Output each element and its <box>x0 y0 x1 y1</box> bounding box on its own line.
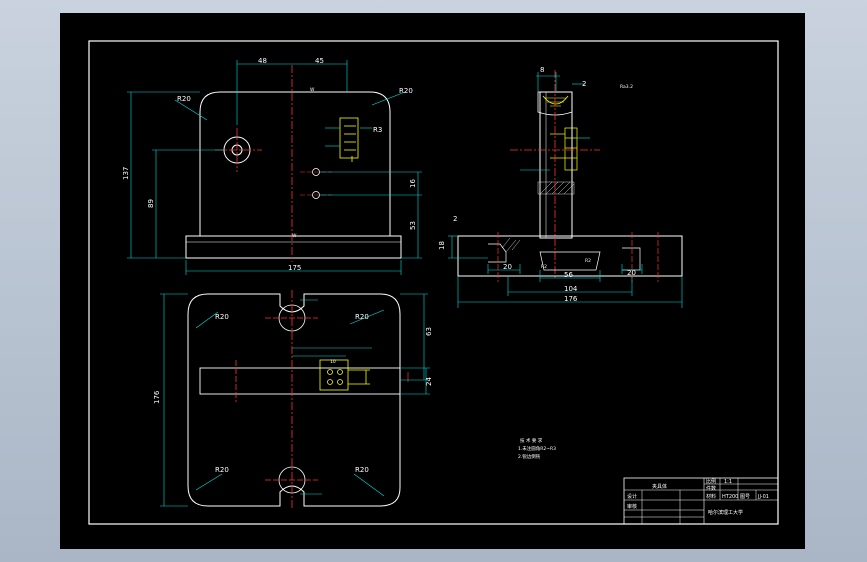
top-view: R20 R20 R20 R20 176 63 24 10 <box>153 290 433 510</box>
side-radius-r2-b: R2 <box>585 258 591 264</box>
notes-line-2: 2.锐边倒钝 <box>518 453 541 460</box>
side-view: 8 2 2 18 20 20 56 104 176 R2 R2 Ra3.2 <box>438 66 683 308</box>
tb-scale-label: 比例 <box>706 478 716 485</box>
tb-material-value: HT200 <box>722 494 738 500</box>
tb-design-label: 设计 <box>627 493 637 500</box>
top-dim-24: 24 <box>425 377 433 386</box>
front-dim-89: 89 <box>147 199 155 208</box>
front-dim-48: 48 <box>258 57 267 65</box>
front-dim-45: 45 <box>315 57 324 65</box>
front-radius-left: R20 <box>177 95 191 103</box>
technical-notes: 技 术 要 求 1.未注圆角R2~R3 2.锐边倒钝 <box>518 437 556 460</box>
front-radius-small: R3 <box>373 126 382 134</box>
tb-material-label: 材料 <box>706 493 716 500</box>
front-view-body <box>199 91 391 237</box>
front-mark-top: W <box>310 87 315 93</box>
top-view-slot <box>199 367 401 395</box>
top-dim-176: 176 <box>153 390 161 404</box>
front-radius-right: R20 <box>399 87 413 95</box>
side-dim-2-left: 2 <box>453 215 457 223</box>
side-dim-104: 104 <box>564 285 578 293</box>
notes-line-1: 1.未注圆角R2~R3 <box>518 445 556 452</box>
top-dim-10: 10 <box>330 359 336 365</box>
notes-title: 技 术 要 求 <box>520 437 543 444</box>
tb-check-label: 审核 <box>627 503 637 510</box>
top-radius-tl: R20 <box>215 313 229 321</box>
cad-drawing: 48 45 137 89 175 16 53 R20 R20 R3 W W 8 … <box>88 40 779 525</box>
tb-scale-value: 1:1 <box>724 479 732 485</box>
side-dim-20-right: 20 <box>627 269 636 277</box>
side-dim-2-top: 2 <box>582 80 586 88</box>
cad-drawing-sheet: 48 45 137 89 175 16 53 R20 R20 R3 W W 8 … <box>60 13 805 549</box>
side-dim-18: 18 <box>438 241 446 250</box>
side-radius-r2-a: R2 <box>541 264 547 270</box>
tb-drawing-no: JJ-01 <box>757 494 769 500</box>
front-mark-base: W <box>292 233 297 239</box>
side-dim-56: 56 <box>564 271 573 279</box>
front-dim-175: 175 <box>288 264 301 272</box>
front-dim-53: 53 <box>409 221 417 230</box>
tb-drawing-no-label: 图号 <box>740 494 750 500</box>
front-view-base <box>185 235 402 259</box>
side-dim-20-left: 20 <box>503 263 512 271</box>
front-view: 48 45 137 89 175 16 53 R20 R20 R3 W W <box>122 57 422 275</box>
side-dim-8: 8 <box>540 66 544 74</box>
side-surface-note: Ra3.2 <box>620 84 633 90</box>
tb-part-name: 夹具体 <box>652 483 667 490</box>
tb-school: 哈尔滨理工大学 <box>708 509 743 516</box>
front-dim-16: 16 <box>409 179 417 188</box>
front-dim-137: 137 <box>122 167 130 180</box>
inner-border <box>88 40 779 525</box>
tb-qty-label: 件数 <box>706 485 716 492</box>
title-block: 夹具体 比例 1:1 件数 材料 HT200 图号 JJ-01 设计 审核 哈尔… <box>623 477 779 525</box>
top-radius-br: R20 <box>355 466 369 474</box>
top-radius-tr: R20 <box>355 313 369 321</box>
top-radius-bl: R20 <box>215 466 229 474</box>
side-dim-176: 176 <box>564 295 578 303</box>
top-dim-63: 63 <box>425 327 433 336</box>
top-view-body <box>187 293 401 507</box>
